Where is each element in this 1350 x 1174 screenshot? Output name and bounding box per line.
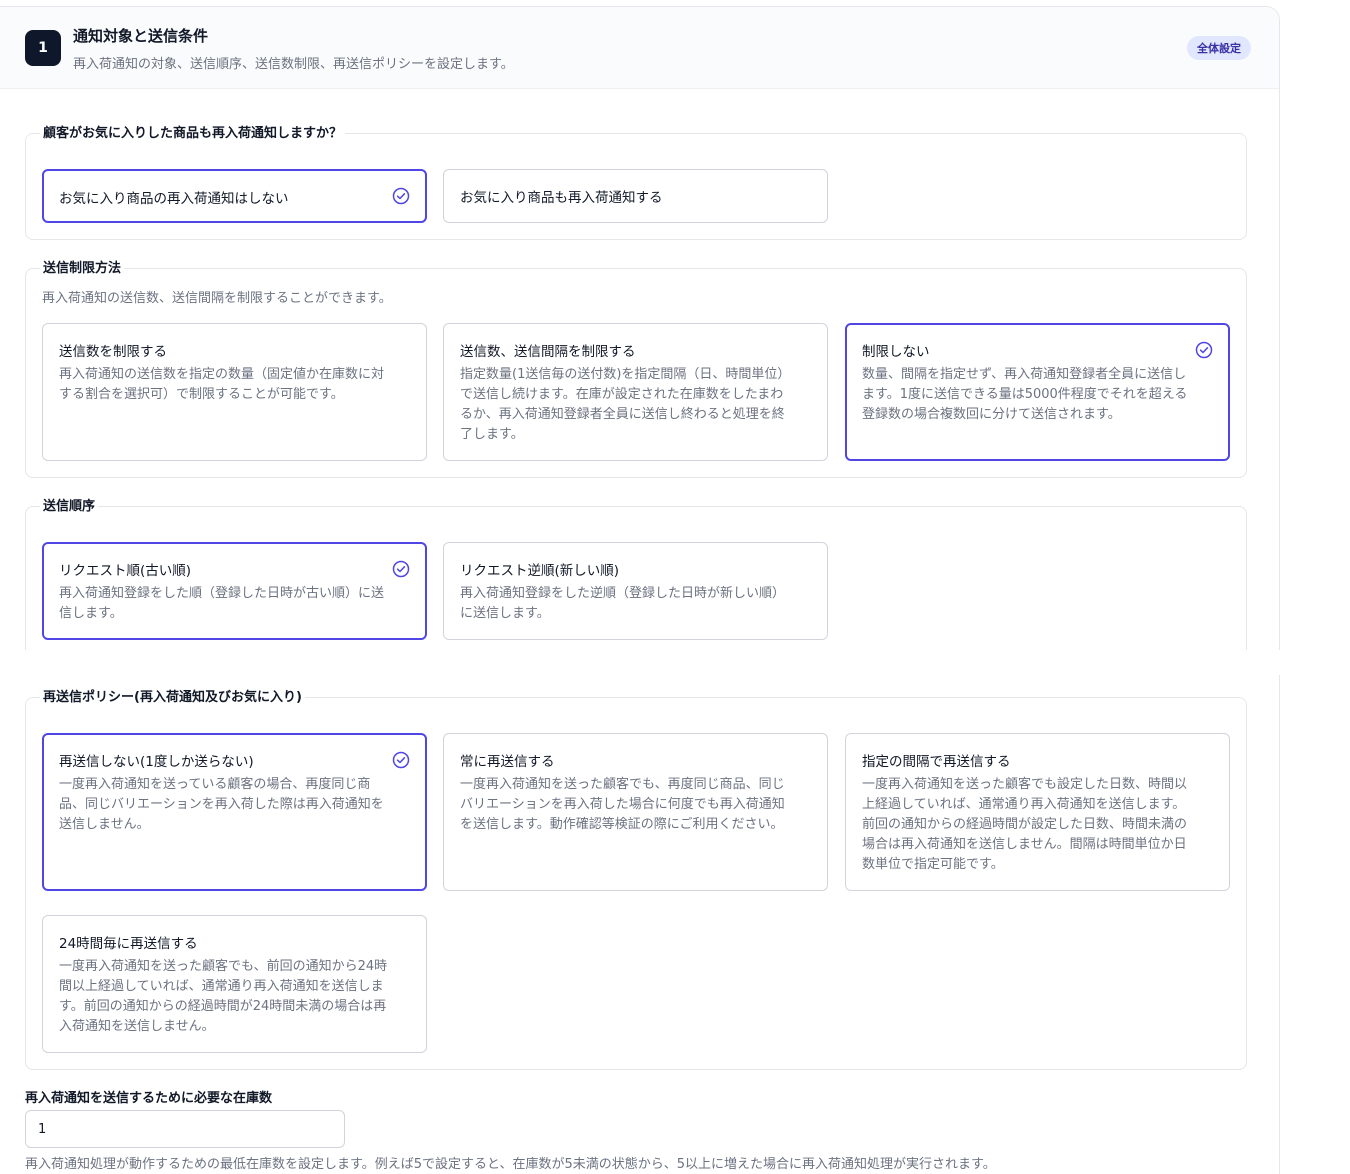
option-title: 24時間毎に再送信する <box>59 936 198 952</box>
resend-option-interval[interactable]: 指定の間隔で再送信する 一度再入荷通知を送った顧客でも設定した日数、時間以上経過… <box>845 733 1230 891</box>
send-limit-help: 再入荷通知の送信数、送信間隔を制限することができます。 <box>42 291 392 306</box>
option-title: 送信数、送信間隔を制限する <box>460 344 636 360</box>
min-stock-label: 再入荷通知を送信するために必要な在庫数 <box>25 1091 273 1106</box>
settings-card: 1 通知対象と送信条件 再入荷通知の対象、送信順序、送信数制限、再送信ポリシーを… <box>0 6 1280 650</box>
option-description: 一度再入荷通知を送った顧客でも設定した日数、時間以上経過していれば、通常通り再入… <box>862 777 1188 872</box>
option-title: お気に入り商品の再入荷通知はしない <box>59 191 289 207</box>
resend-option-24h[interactable]: 24時間毎に再送信する 一度再入荷通知を送った顧客でも、前回の通知から24時間以… <box>42 915 427 1053</box>
option-title: 制限しない <box>862 344 930 360</box>
option-title: 指定の間隔で再送信する <box>862 754 1011 770</box>
favorites-fieldset: 顧客がお気に入りした商品も再入荷通知しますか？ お気に入り商品の再入荷通知はしな… <box>25 125 1247 240</box>
min-stock-help: 再入荷通知処理が動作するための最低在庫数を設定します。例えば5で設定すると、在庫… <box>25 1157 996 1172</box>
send-order-option-newest[interactable]: リクエスト逆順(新しい順) 再入荷通知登録をした逆順（登録した日時が新しい順）に… <box>443 542 828 640</box>
favorites-legend: 顧客がお気に入りした商品も再入荷通知しますか？ <box>40 125 346 142</box>
send-limit-legend: 送信制限方法 <box>40 260 125 277</box>
check-circle-icon <box>392 187 410 205</box>
resend-option-always[interactable]: 常に再送信する 一度再入荷通知を送った顧客でも、再度同じ商品、同じバリエーション… <box>443 733 828 891</box>
send-limit-fieldset: 送信制限方法 再入荷通知の送信数、送信間隔を制限することができます。 送信数を制… <box>25 260 1247 478</box>
resend-policy-legend: 再送信ポリシー(再入荷通知及びお気に入り) <box>40 689 305 706</box>
resend-policy-fieldset: 再送信ポリシー(再入荷通知及びお気に入り) 再送信しない(1度しか送らない) 一… <box>25 689 1247 1070</box>
option-title: 再送信しない(1度しか送らない) <box>59 754 254 770</box>
send-limit-option-none[interactable]: 制限しない 数量、間隔を指定せず、再入荷通知登録者全員に送信します。1度に送信で… <box>845 323 1230 461</box>
check-circle-icon <box>392 751 410 769</box>
send-order-option-oldest[interactable]: リクエスト順(古い順) 再入荷通知登録をした順（登録した日時が古い順）に送信しま… <box>42 542 427 640</box>
favorites-option-no-notify[interactable]: お気に入り商品の再入荷通知はしない <box>42 169 427 223</box>
option-description: 指定数量(1送信毎の送付数)を指定間隔（日、時間単位）で送信し続けます。在庫が設… <box>460 367 785 442</box>
option-title: リクエスト逆順(新しい順) <box>460 563 620 579</box>
option-title: 常に再送信する <box>460 754 555 770</box>
min-stock-input[interactable] <box>25 1110 345 1148</box>
option-description: 再入荷通知登録をした順（登録した日時が古い順）に送信します。 <box>59 586 385 621</box>
option-description: 一度再入荷通知を送った顧客でも、再度同じ商品、同じバリエーションを再入荷した場合… <box>460 777 785 832</box>
option-description: 一度再入荷通知を送っている顧客の場合、再度同じ商品、同じバリエーションを再入荷し… <box>59 777 384 832</box>
option-title: お気に入り商品も再入荷通知する <box>460 190 663 206</box>
favorites-option-notify[interactable]: お気に入り商品も再入荷通知する <box>443 169 828 223</box>
option-description: 再入荷通知の送信数を指定の数量（固定値か在庫数に対する割合を選択可）で制限するこ… <box>59 367 385 402</box>
step-number-badge: 1 <box>25 30 61 66</box>
option-description: 一度再入荷通知を送った顧客でも、前回の通知から24時間以上経過していれば、通常通… <box>59 959 388 1034</box>
send-limit-option-count[interactable]: 送信数を制限する 再入荷通知の送信数を指定の数量（固定値か在庫数に対する割合を選… <box>42 323 427 461</box>
check-circle-icon <box>1195 341 1213 359</box>
send-order-legend: 送信順序 <box>40 498 99 515</box>
send-limit-option-count-interval[interactable]: 送信数、送信間隔を制限する 指定数量(1送信毎の送付数)を指定間隔（日、時間単位… <box>443 323 828 461</box>
card-description: 再入荷通知の対象、送信順序、送信数制限、再送信ポリシーを設定します。 <box>73 57 514 72</box>
option-description: 数量、間隔を指定せず、再入荷通知登録者全員に送信します。1度に送信できる量は50… <box>862 367 1188 422</box>
send-order-fieldset: 送信順序 リクエスト順(古い順) 再入荷通知登録をした順（登録した日時が古い順）… <box>25 498 1247 650</box>
scope-badge: 全体設定 <box>1187 36 1251 60</box>
card-header: 1 通知対象と送信条件 再入荷通知の対象、送信順序、送信数制限、再送信ポリシーを… <box>0 7 1279 89</box>
check-circle-icon <box>392 560 410 578</box>
resend-option-never[interactable]: 再送信しない(1度しか送らない) 一度再入荷通知を送っている顧客の場合、再度同じ… <box>42 733 427 891</box>
option-title: リクエスト順(古い順) <box>59 563 192 579</box>
option-description: 再入荷通知登録をした逆順（登録した日時が新しい順）に送信します。 <box>460 586 786 621</box>
card-title: 通知対象と送信条件 <box>73 27 209 45</box>
option-title: 送信数を制限する <box>59 344 167 360</box>
